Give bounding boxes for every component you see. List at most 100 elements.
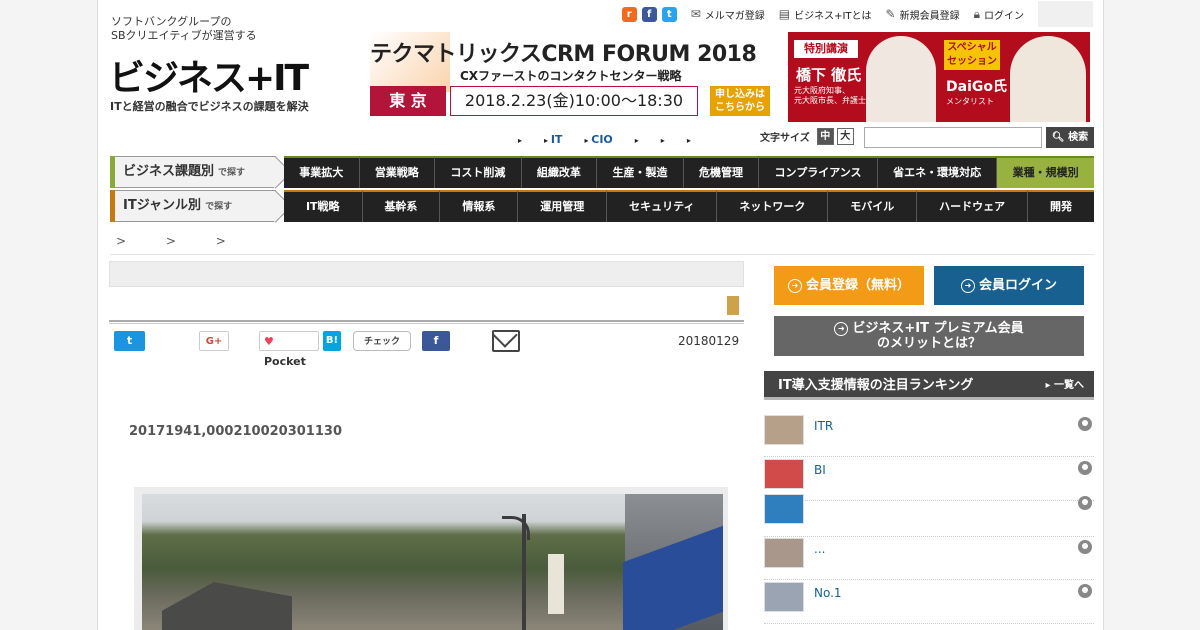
ranking-thumb [764, 494, 804, 524]
nav-itgenre-item[interactable]: 情報系 [440, 190, 519, 222]
twitter-icon: t [126, 334, 133, 347]
nav-business-item[interactable]: コンプライアンス [759, 156, 878, 188]
mixi-check-button[interactable]: チェック [353, 331, 411, 351]
nav-business-item[interactable]: コスト削減 [435, 156, 522, 188]
nav-business-item[interactable]: 生産・製造 [597, 156, 684, 188]
user-icon [1078, 417, 1092, 431]
subnav-item-5[interactable] [661, 133, 665, 146]
subnav-item-6[interactable] [687, 133, 691, 146]
nav-business-item[interactable]: 省エネ・環境対応 [877, 156, 998, 188]
ranking-header: IT導入支援情報の注目ランキング ▸ 一覧へ [764, 371, 1094, 400]
logo-subline: ITと経営の融合でビジネスの課題を解決 [110, 100, 309, 113]
article-title [128, 381, 728, 411]
font-size-label: 文字サイズ [760, 133, 810, 144]
banner-date: 2018.2.23(金)10:00〜18:30 [450, 86, 698, 116]
lock-icon: 🔒︎ [973, 6, 980, 21]
nav-business-small: で探す [218, 168, 246, 178]
ranking-item[interactable] [764, 492, 1094, 537]
mail-share-icon[interactable] [492, 330, 520, 352]
pocket-button[interactable]: ♥ Pocket [259, 331, 319, 368]
ranking-item[interactable]: No.1 [764, 580, 1094, 624]
rss-icon[interactable]: r [621, 6, 637, 22]
document-icon: ▤ [778, 7, 791, 21]
facebook-icon: f [433, 334, 439, 347]
speaker2-desc: メンタリスト [946, 97, 994, 106]
page: ソフトバンクグループの SBクリエイティブが運営する ビジネス+IT ITと経営… [97, 0, 1104, 630]
banner-subtitle: CXファーストのコンタクトセンター戦略 [460, 69, 682, 83]
gplus-share-button[interactable]: G+ [199, 331, 229, 351]
subnav-item-it[interactable]: IT [544, 133, 563, 146]
nav-business-item-industry[interactable]: 業種・規模別 [997, 156, 1094, 188]
hatena-bookmark-button[interactable]: B! [323, 331, 341, 351]
search-input[interactable] [864, 127, 1042, 148]
member-register-label: 会員登録（無料） [805, 278, 910, 293]
breadcrumb[interactable]: > > > [116, 234, 244, 248]
subnav-item-4[interactable] [635, 133, 639, 146]
font-size-medium[interactable]: 中 [816, 128, 834, 145]
nav-business-item[interactable]: 営業戦略 [359, 156, 436, 188]
twitter-icon[interactable]: t [661, 6, 677, 22]
nav-business-item[interactable]: 組織改革 [521, 156, 598, 188]
logo-tagline: ソフトバンクグループの SBクリエイティブが運営する [111, 15, 257, 42]
ranking-text[interactable]: ... [814, 542, 825, 556]
login-link[interactable]: 🔒︎ ログイン [974, 7, 1024, 22]
crm-forum-banner[interactable]: テクマトリックスCRM FORUM 2018 CXファーストのコンタクトセンター… [370, 32, 772, 122]
nav-itgenre-item[interactable]: ネットワーク [717, 190, 829, 222]
ranking-item[interactable]: ... [764, 536, 1094, 580]
article-rule [109, 320, 744, 324]
photo-roof [162, 582, 292, 630]
ranking-more-link[interactable]: ▸ 一覧へ [1045, 371, 1084, 400]
banner-apply-button[interactable]: 申し込みは こちらから [710, 86, 770, 116]
nav-itgenre-item[interactable]: 開発 [1028, 190, 1094, 222]
premium-member-button[interactable]: ➜ ビジネス+IT プレミアム会員 のメリットとは？ [774, 316, 1084, 356]
font-size-large[interactable]: 大 [836, 128, 854, 145]
divider [110, 254, 1094, 255]
speaker-banner[interactable]: 特別講演 橋下 徹氏 元大阪府知事、 元大阪市長、弁護士 スペシャル セッション… [788, 32, 1090, 122]
nav-business-title: ビジネス課題別 [123, 164, 215, 179]
nav-business-item[interactable]: 事業拡大 [284, 156, 360, 188]
twitter-share-button[interactable]: t [114, 331, 145, 351]
member-register-button[interactable]: ➜ 会員登録（無料） [774, 266, 924, 305]
nav-itgenre-item[interactable]: 基幹系 [362, 190, 441, 222]
about-link[interactable]: ▤ ビジネス+ITとは [779, 7, 872, 22]
mail-icon: ✉ [690, 7, 701, 21]
register-link[interactable]: ✎ 新規会員登録 [886, 7, 960, 22]
ranking-more-label: 一覧へ [1054, 380, 1084, 391]
nav-itgenre-bar [110, 190, 115, 222]
nav-itgenre-item[interactable]: ハードウェア [917, 190, 1029, 222]
ranking-thumb [764, 459, 804, 489]
subnav-item-cio[interactable]: CIO [584, 133, 613, 146]
user-icon [1078, 461, 1092, 475]
ranking-text[interactable]: No.1 [814, 586, 842, 600]
ranking-text[interactable]: BI [814, 463, 826, 477]
mailmag-link[interactable]: ✉ メルマガ登録 [691, 7, 765, 22]
arrow-circle-icon: ➜ [960, 279, 975, 293]
arrow-circle-icon: ➜ [787, 279, 802, 293]
ranking-item[interactable]: ITR [764, 413, 1094, 457]
user-icon [1078, 540, 1092, 554]
login-label: ログイン [984, 10, 1024, 22]
speaker2-name: DaiGo氏 [946, 79, 1007, 95]
ranking-text[interactable]: ITR [814, 419, 833, 433]
site-logo[interactable]: ビジネス+IT [109, 49, 309, 101]
nav-itgenre-item[interactable]: モバイル [828, 190, 918, 222]
nav-itgenre-item[interactable]: 運用管理 [518, 190, 608, 222]
search-button-label: 検索 [1068, 132, 1089, 143]
search-button[interactable]: 🔍︎ 検索 [1046, 127, 1094, 148]
member-login-button[interactable]: ➜ 会員ログイン [934, 266, 1084, 305]
article-subtitle: 20171941,000210020301130 [129, 424, 342, 439]
article-date: 20180129 [678, 334, 740, 348]
nav-business-item[interactable]: 危機管理 [683, 156, 760, 188]
arrow-circle-icon: ➜ [834, 322, 849, 336]
facebook-icon[interactable]: f [641, 6, 657, 22]
nav-itgenre-item[interactable]: IT戦略 [284, 190, 363, 222]
member-login-label: 会員ログイン [978, 278, 1057, 293]
article-marker [727, 296, 739, 315]
search-icon: 🔍︎ [1051, 132, 1065, 143]
subnav-item-1[interactable] [518, 133, 522, 146]
nav-business-label: ビジネス課題別 で探す [110, 156, 276, 188]
article-photo [142, 494, 723, 630]
nav-itgenre-item[interactable]: セキュリティ [607, 190, 718, 222]
speaker1-tag: 特別講演 [794, 40, 858, 58]
facebook-share-button[interactable]: f [422, 331, 450, 351]
